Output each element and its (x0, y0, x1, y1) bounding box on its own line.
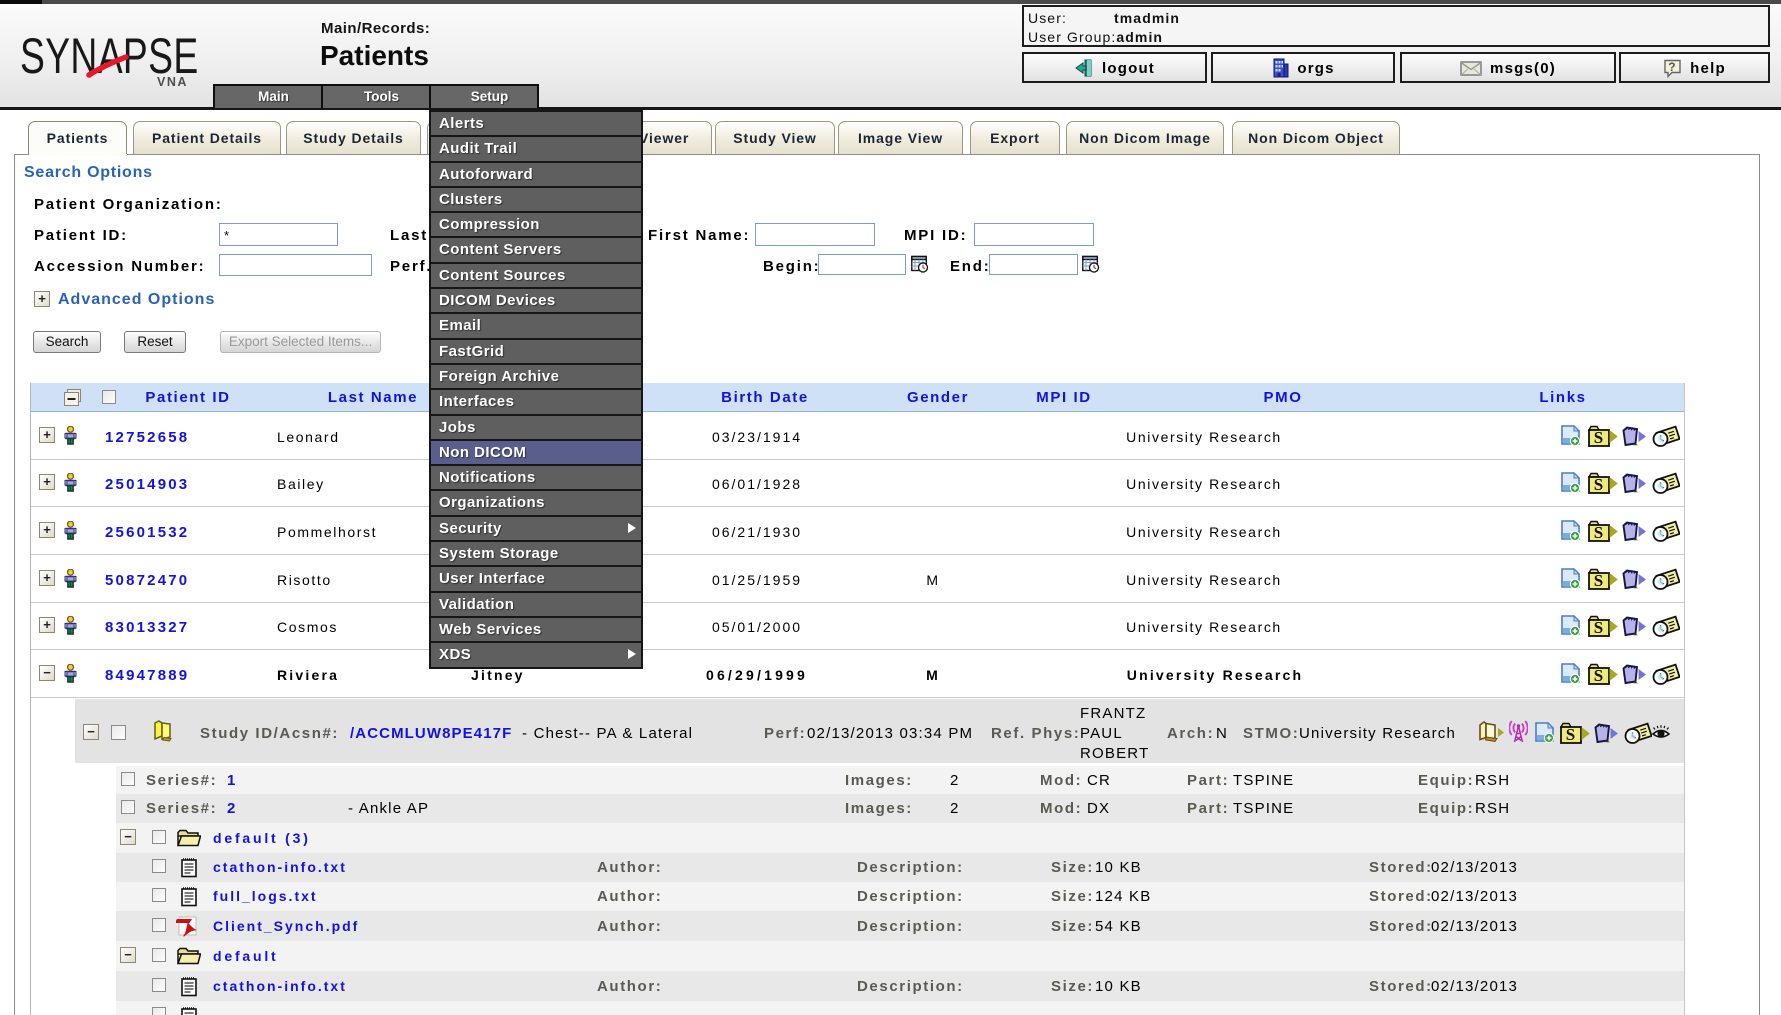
svg-text:S: S (1594, 571, 1603, 590)
svg-text:S: S (1594, 428, 1603, 447)
svg-text:?: ? (1668, 60, 1677, 74)
svg-text:S: S (1594, 618, 1603, 637)
svg-text:S: S (1594, 523, 1603, 542)
svg-text:S: S (1566, 725, 1575, 744)
svg-text:S: S (1594, 666, 1603, 685)
svg-text:S: S (1594, 475, 1603, 494)
